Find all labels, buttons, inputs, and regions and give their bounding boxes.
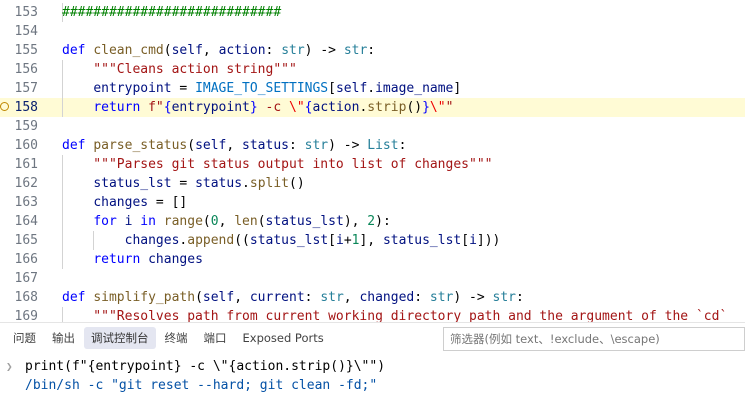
tab-problems[interactable]: 问题 bbox=[6, 327, 43, 349]
line-number: 169 bbox=[14, 309, 38, 322]
console-filter[interactable] bbox=[443, 327, 745, 351]
line-number: 156 bbox=[14, 62, 38, 77]
line-number: 166 bbox=[14, 252, 38, 267]
tab-debug-console[interactable]: 调试控制台 bbox=[84, 327, 156, 349]
code-line[interactable]: 157 entrypoint = IMAGE_TO_SETTINGS[self.… bbox=[0, 79, 745, 98]
line-number: 159 bbox=[14, 119, 38, 134]
line-number: 154 bbox=[14, 24, 38, 39]
code-line[interactable]: 163 changes = [] bbox=[0, 193, 745, 212]
code-text: status_lst = status.split() bbox=[93, 176, 305, 191]
code-line[interactable]: 156 """Cleans action string""" bbox=[0, 60, 745, 79]
line-number: 153 bbox=[14, 5, 38, 20]
code-line[interactable]: 160 def parse_status(self, status: str) -… bbox=[0, 136, 745, 155]
code-line[interactable]: 161 """Parses git status output into lis… bbox=[0, 155, 745, 174]
console-text: /bin/sh -c "git reset --hard; git clean … bbox=[25, 378, 378, 393]
code-text: """Cleans action string""" bbox=[62, 62, 297, 77]
line-number: 158 bbox=[14, 100, 38, 115]
code-text: return f"{entrypoint} -c \"{action.strip… bbox=[93, 100, 454, 115]
code-line[interactable]: 162 status_lst = status.split() bbox=[0, 174, 745, 193]
code-line[interactable]: 164 for i in range(0, len(status_lst), 2… bbox=[0, 212, 745, 231]
tab-ports[interactable]: 端口 bbox=[197, 327, 234, 349]
line-number: 163 bbox=[14, 195, 38, 210]
line-number: 167 bbox=[14, 271, 38, 286]
code-text: """Parses git status output into list of… bbox=[62, 157, 493, 172]
code-line[interactable]: 167 bbox=[0, 269, 745, 288]
tab-terminal[interactable]: 终端 bbox=[158, 327, 195, 349]
code-line[interactable]: 159 bbox=[0, 117, 745, 136]
code-text: return changes bbox=[93, 252, 203, 267]
code-line[interactable]: 168 def simplify_path(self, current: str,… bbox=[0, 288, 745, 307]
line-number: 161 bbox=[14, 157, 38, 172]
code-text: """Resolves path from current working di… bbox=[62, 309, 728, 322]
code-text: for i in range(0, len(status_lst), 2): bbox=[93, 214, 391, 229]
code-text: def clean_cmd(self, action: str) -> str: bbox=[62, 43, 376, 58]
line-number: 168 bbox=[14, 290, 38, 305]
code-text: changes = [] bbox=[93, 195, 188, 210]
console-text: print(f"{entrypoint} -c \"{action.strip(… bbox=[25, 359, 386, 374]
code-text: entrypoint = IMAGE_TO_SETTINGS[self.imag… bbox=[93, 81, 462, 96]
code-text: def parse_status(self, status: str) -> L… bbox=[62, 138, 407, 153]
code-text: def simplify_path(self, current: str, ch… bbox=[62, 290, 524, 305]
code-text: changes.append((status_lst[i+1], status_… bbox=[124, 233, 501, 248]
code-line[interactable]: 165 changes.append((status_lst[i+1], sta… bbox=[0, 231, 745, 250]
line-number: 157 bbox=[14, 81, 38, 96]
bottom-panel: 问题输出调试控制台终端端口Exposed Ports ❯ print(f"{ent… bbox=[0, 322, 745, 419]
code-line[interactable]: 153 ############################ bbox=[0, 3, 745, 22]
code-text: ############################ bbox=[62, 5, 282, 20]
line-number: 162 bbox=[14, 176, 38, 191]
tab-exposed-ports[interactable]: Exposed Ports bbox=[236, 328, 331, 348]
chevron-right-icon[interactable]: ❯ bbox=[6, 357, 13, 376]
code-editor[interactable]: 153 ############################ 154 155 def… bbox=[0, 0, 745, 322]
line-number: 165 bbox=[14, 233, 38, 248]
line-number: 164 bbox=[14, 214, 38, 229]
line-number: 155 bbox=[14, 43, 38, 58]
tab-output[interactable]: 输出 bbox=[45, 327, 82, 349]
code-line[interactable]: 155 def clean_cmd(self, action: str) -> s… bbox=[0, 41, 745, 60]
line-number: 160 bbox=[14, 138, 38, 153]
code-line[interactable]: 169 """Resolves path from current workin… bbox=[0, 307, 745, 322]
code-line[interactable]: 154 bbox=[0, 22, 745, 41]
code-line[interactable]: 166 return changes bbox=[0, 250, 745, 269]
code-line[interactable]: 158 return f"{entrypoint} -c \"{action.s… bbox=[0, 98, 745, 117]
panel-tabs: 问题 输出 调试控制台 终端 端口 Exposed Ports bbox=[0, 323, 333, 353]
filter-input[interactable] bbox=[444, 328, 745, 350]
